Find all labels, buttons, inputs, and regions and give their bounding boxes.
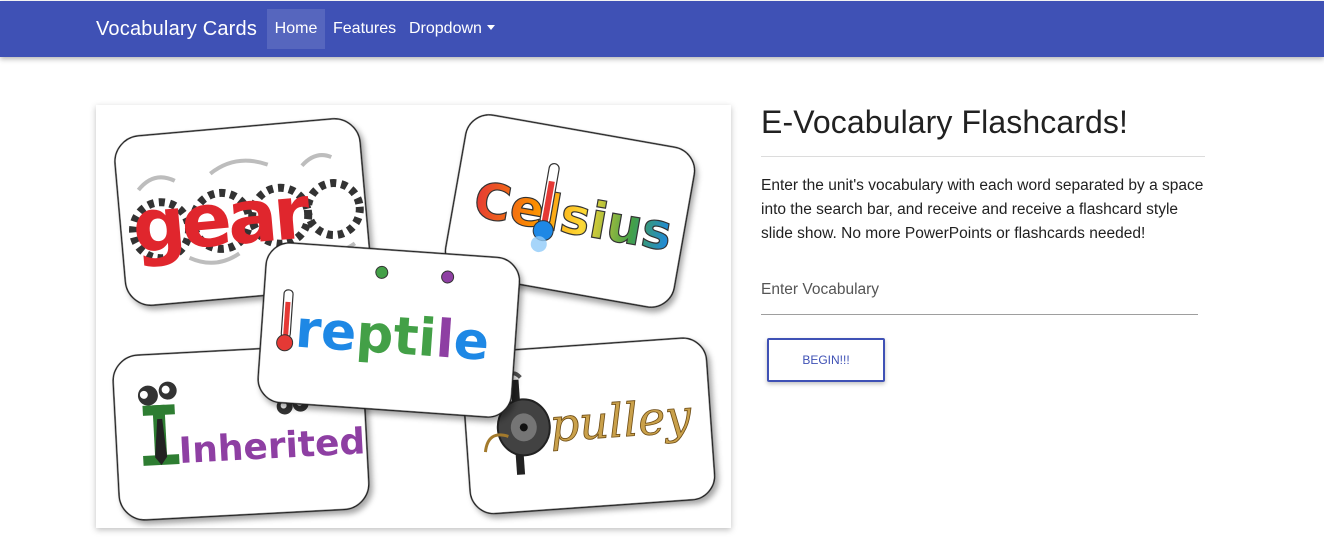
title-divider [761,156,1205,157]
card-pulley-word: pulley [548,389,694,453]
card-reptile: reptile [257,242,521,418]
navbar-brand[interactable]: Vocabulary Cards [96,18,257,41]
caret-down-icon [486,25,495,30]
vocabulary-input[interactable] [761,270,1198,315]
vocabulary-cards-image: Celsius gear Inherited pulley reptile [96,105,731,528]
nav-features[interactable]: Features [333,9,396,49]
vocabulary-cards-illustration: Celsius gear Inherited pulley reptile [112,114,716,521]
page-title: E-Vocabulary Flashcards! [761,104,1129,140]
nav-dropdown[interactable]: Dropdown [409,9,495,49]
nav-home[interactable]: Home [267,9,325,49]
begin-button[interactable]: BEGIN!!! [767,338,885,382]
navbar: Vocabulary Cards Home Features Dropdown [0,1,1324,57]
page-description: Enter the unit's vocabulary with each wo… [761,177,1204,242]
nav-dropdown-label: Dropdown [409,20,482,37]
